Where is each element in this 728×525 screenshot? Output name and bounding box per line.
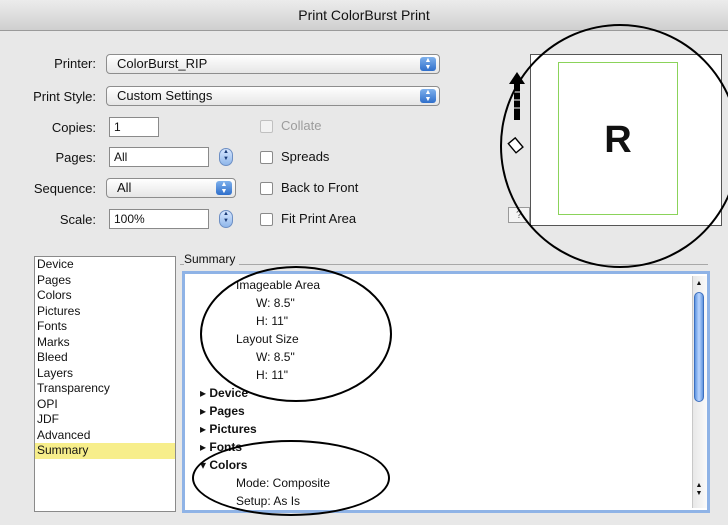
rotate-page-icon[interactable] (506, 135, 526, 155)
sidebar-item-device[interactable]: Device (35, 257, 175, 273)
colors-setup: Setup: As Is (236, 494, 301, 508)
layout-width: W: 8.5" (256, 350, 295, 364)
layout-size-heading: Layout Size (236, 332, 299, 346)
pages-stepper-icon[interactable]: ▲ ▼ (219, 148, 233, 166)
sidebar-item-fonts[interactable]: Fonts (35, 319, 175, 335)
section-list[interactable]: Device Pages Colors Pictures Fonts Marks Bleed… (34, 256, 176, 512)
sequence-popup[interactable]: All ▲ ▼ (106, 178, 236, 198)
print-style-popup[interactable]: Custom Settings ▲ ▼ (106, 86, 440, 106)
orientation-arrow-icon[interactable] (508, 70, 526, 122)
help-button[interactable]: ? (508, 207, 530, 223)
sidebar-item-marks[interactable]: Marks (35, 335, 175, 351)
popup-arrows-icon: ▲ ▼ (420, 89, 436, 103)
scrollbar-thumb[interactable] (694, 292, 704, 402)
collate-checkbox[interactable] (260, 120, 273, 133)
popup-arrows-icon: ▲ ▼ (420, 57, 436, 71)
window-title: Print ColorBurst Print (0, 0, 728, 31)
sidebar-item-pages[interactable]: Pages (35, 273, 175, 289)
imageable-area-heading: Imageable Area (236, 278, 321, 292)
spreads-checkbox[interactable] (260, 151, 273, 164)
disclosure-down-icon: ▾ (200, 458, 207, 472)
print-style-value: Custom Settings (117, 88, 213, 103)
disclosure-right-icon: ▸ (200, 404, 207, 418)
copies-label: Copies: (51, 120, 96, 135)
sidebar-item-transparency[interactable]: Transparency (35, 381, 175, 397)
pages-label: Pages: (55, 150, 96, 165)
sequence-value: All (117, 180, 132, 195)
disclosure-right-icon: ▸ (200, 386, 207, 400)
sidebar-item-layers[interactable]: Layers (35, 366, 175, 382)
fit-print-area-checkbox[interactable] (260, 213, 273, 226)
scale-label: Scale: (59, 212, 96, 227)
scroll-up-icon[interactable]: ▲ (694, 280, 704, 287)
scale-field[interactable]: 100% (109, 209, 209, 229)
printer-label: Printer: (54, 56, 96, 71)
popup-arrows-icon: ▲ ▼ (216, 181, 232, 195)
tree-item-device[interactable]: ▸ Device (200, 384, 248, 402)
summary-divider (180, 264, 708, 265)
sidebar-item-advanced[interactable]: Advanced (35, 428, 175, 444)
printer-value: ColorBurst_RIP (117, 56, 208, 71)
layout-height: H: 11" (256, 368, 289, 382)
tree-item-pictures[interactable]: ▸ Pictures (200, 420, 257, 438)
fit-print-area-label: Fit Print Area (281, 211, 357, 226)
sidebar-item-opi[interactable]: OPI (35, 397, 175, 413)
disclosure-right-icon: ▸ (200, 422, 207, 436)
scale-stepper-icon[interactable]: ▲ ▼ (219, 210, 233, 228)
printer-popup[interactable]: ColorBurst_RIP ▲ ▼ (106, 54, 440, 74)
imageable-width: W: 8.5" (256, 296, 295, 310)
sidebar-item-jdf[interactable]: JDF (35, 412, 175, 428)
sequence-label: Sequence: (33, 181, 96, 196)
sidebar-item-colors[interactable]: Colors (35, 288, 175, 304)
copies-field[interactable]: 1 (109, 117, 159, 137)
imageable-height: H: 11" (256, 314, 289, 328)
colors-mode: Mode: Composite (236, 476, 331, 490)
print-style-label: Print Style: (33, 89, 96, 104)
back-to-front-checkbox[interactable] (260, 182, 273, 195)
preview-page-letter: R (604, 119, 632, 161)
collate-label: Collate (281, 118, 322, 133)
tree-item-colors[interactable]: ▾ Colors (200, 456, 247, 474)
scroll-arrows-icon[interactable]: ▲ ▼ (694, 482, 704, 498)
back-to-front-label: Back to Front (281, 180, 359, 195)
disclosure-right-icon: ▸ (200, 440, 207, 454)
sidebar-item-summary[interactable]: Summary (35, 443, 175, 459)
sidebar-item-bleed[interactable]: Bleed (35, 350, 175, 366)
sidebar-item-pictures[interactable]: Pictures (35, 304, 175, 320)
spreads-label: Spreads (281, 149, 330, 164)
pages-field[interactable]: All (109, 147, 209, 167)
tree-item-fonts[interactable]: ▸ Fonts (200, 438, 242, 456)
summary-heading: Summary (184, 252, 240, 266)
tree-item-pages[interactable]: ▸ Pages (200, 402, 245, 420)
